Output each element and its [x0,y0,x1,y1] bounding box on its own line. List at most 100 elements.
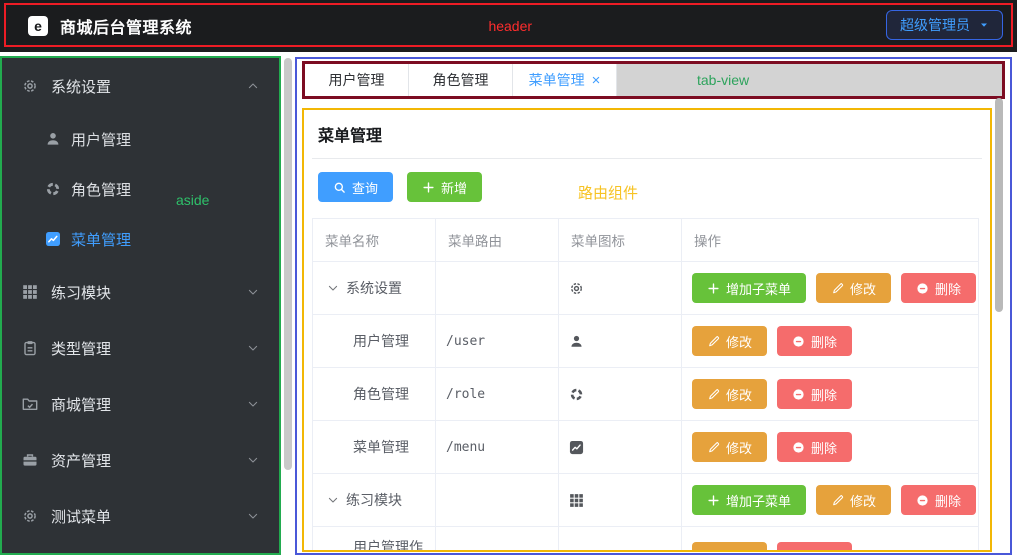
menu-icon-cell [559,527,682,553]
menu-route-cell: /user [436,315,559,368]
minus-circle-icon [916,282,929,295]
sidebar-scrollbar-thumb[interactable] [284,58,292,470]
delete-button-label: 删除 [811,332,837,351]
sidebar-item-label: 类型管理 [51,338,247,359]
tab-label: 用户管理 [329,70,385,90]
sidebar-subitem-label: 角色管理 [71,179,131,200]
sidebar-item-4[interactable]: 资产管理 [2,432,279,488]
table-row-3: 菜单管理/menu修改删除 [313,421,979,474]
delete-button[interactable]: 删除 [777,542,852,552]
briefcase-icon [22,452,38,468]
sidebar-subitem-0-2[interactable]: 菜单管理 [2,214,279,264]
trend-chart-icon [45,231,61,247]
col-menu-name: 菜单名称 [313,219,436,262]
search-icon [333,181,346,194]
menu-name: 用户管理 [323,332,425,351]
actions-cell: 修改 删除 [682,527,979,553]
table-header-row: 菜单名称 菜单路由 菜单图标 操作 [313,219,979,262]
tab-bar-empty-area: tab-view [617,64,1002,96]
page-title: 菜单管理 [312,122,982,146]
tabview-annotation-label: tab-view [697,72,749,88]
edit-button[interactable]: 修改 [816,485,891,515]
minus-circle-icon [916,494,929,507]
menu-route-cell: /test-user [436,527,559,553]
add-child-button-label: 增加子菜单 [726,279,791,298]
sidebar-item-1[interactable]: 练习模块 [2,264,279,320]
caret-down-icon [979,20,989,30]
sidebar-item-0[interactable]: 系统设置 [2,58,279,114]
content-scrollbar-thumb[interactable] [995,98,1003,312]
edit-button-label: 修改 [726,438,752,457]
plus-icon [707,494,720,507]
tab-1[interactable]: 角色管理 [409,64,513,96]
delete-button[interactable]: 删除 [777,432,852,462]
close-tab-icon[interactable]: × [592,73,601,88]
edit-button[interactable]: 修改 [692,542,767,552]
chevron-down-icon [327,282,339,294]
menu-name-cell: 练习模块 [313,474,436,527]
chevron-up-icon [247,80,259,92]
actions-cell: 增加子菜单 修改 删除 [682,262,979,315]
tab-2[interactable]: 菜单管理× [513,64,617,96]
menu-icon-cell [559,315,682,368]
delete-button[interactable]: 删除 [901,273,976,303]
menu-name-cell: 用户管理作业 [313,527,436,553]
add-button-label: 新增 [441,178,467,197]
table-row-1: 用户管理/user 修改 删除 [313,315,979,368]
minus-circle-icon [792,388,805,401]
chevron-down-icon [247,510,259,522]
table-row-0: 系统设置增加子菜单修改删除 [313,262,979,315]
sidebar-item-label: 系统设置 [51,76,247,97]
chevron-down-icon [247,286,259,298]
sidebar: 系统设置用户管理角色管理菜单管理练习模块类型管理商城管理资产管理测试菜单 asi… [0,56,281,555]
col-actions: 操作 [682,219,979,262]
tab-label: 角色管理 [433,70,489,90]
add-button[interactable]: 新增 [407,172,482,202]
edit-icon [707,441,720,454]
col-menu-route: 菜单路由 [436,219,559,262]
user-solid-icon [45,131,61,147]
edit-button[interactable]: 修改 [692,326,767,356]
delete-button-label: 删除 [935,279,961,298]
user-dropdown-label: 超级管理员 [900,15,970,35]
edit-button[interactable]: 修改 [816,273,891,303]
chevron-down-icon [247,454,259,466]
delete-button-label: 删除 [935,491,961,510]
menu-icon-cell [559,262,682,315]
sidebar-subitem-0-1[interactable]: 角色管理 [2,164,279,214]
sidebar-item-label: 资产管理 [51,450,247,471]
delete-button[interactable]: 删除 [777,326,852,356]
content-panel: 用户管理角色管理菜单管理× tab-view 菜单管理 查询 新增 路由组件 菜… [295,57,1012,555]
actions-cell: 增加子菜单 修改 删除 [682,474,979,527]
menu-name: 练习模块 [346,491,402,510]
delete-button[interactable]: 删除 [901,485,976,515]
edit-button-label: 修改 [726,332,752,351]
add-child-button[interactable]: 增加子菜单 [692,485,806,515]
aim-icon [45,181,61,197]
sidebar-item-label: 练习模块 [51,282,247,303]
add-child-button[interactable]: 增加子菜单 [692,273,806,303]
sidebar-item-3[interactable]: 商城管理 [2,376,279,432]
sidebar-menu: 系统设置用户管理角色管理菜单管理练习模块类型管理商城管理资产管理测试菜单 [2,58,279,544]
edit-button-label: 修改 [850,491,876,510]
delete-button-label: 删除 [811,385,837,404]
delete-button-label: 删除 [811,548,837,553]
menu-route: /user [446,334,485,349]
sidebar-item-2[interactable]: 类型管理 [2,320,279,376]
tab-0[interactable]: 用户管理 [305,64,409,96]
edit-button-label: 修改 [726,548,752,553]
aim-icon [569,387,584,402]
delete-button[interactable]: 删除 [777,379,852,409]
plus-icon [422,181,435,194]
edit-button[interactable]: 修改 [692,379,767,409]
gear-icon [569,281,584,296]
sidebar-subitem-0-0[interactable]: 用户管理 [2,114,279,164]
sidebar-item-5[interactable]: 测试菜单 [2,488,279,544]
menu-route: /role [446,387,485,402]
search-button[interactable]: 查询 [318,172,393,202]
edit-button[interactable]: 修改 [692,432,767,462]
edit-icon [831,282,844,295]
table-row-2: 角色管理/role修改删除 [313,368,979,421]
menu-route-cell [436,474,559,527]
user-dropdown-button[interactable]: 超级管理员 [886,10,1003,40]
